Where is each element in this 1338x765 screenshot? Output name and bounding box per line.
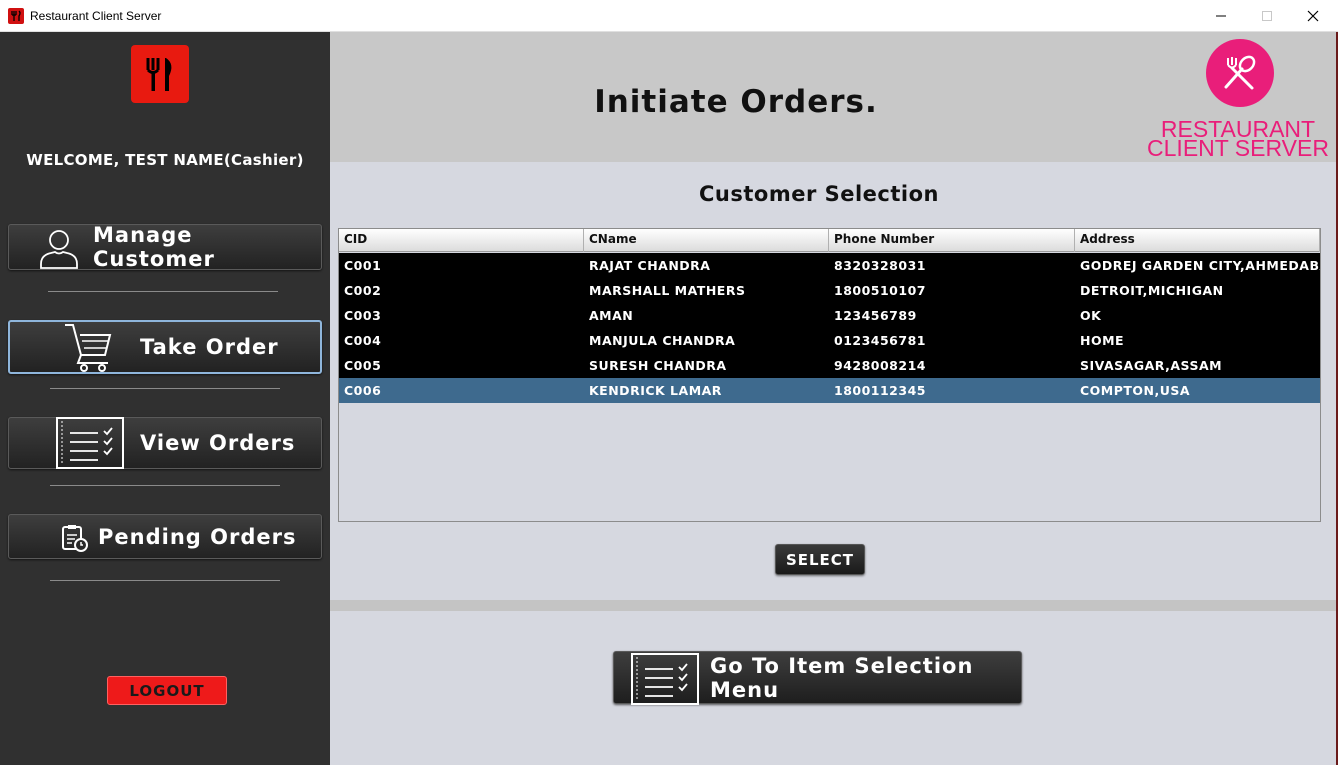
column-header-address[interactable]: Address [1075,229,1320,252]
table-cell: DETROIT,MICHIGAN [1080,283,1224,298]
table-row[interactable]: C006 KENDRICK LAMAR 1800112345 COMPTON,USA [339,378,1320,403]
table-cell: MARSHALL MATHERS [589,283,746,298]
table-row[interactable]: C001 RAJAT CHANDRA 8320328031 GODREJ GARDEN… [339,253,1320,278]
app-icon [8,8,24,24]
restaurant-logo [131,45,189,103]
brand-logo [1206,39,1274,107]
clipboard-clock-icon [62,525,88,552]
table-row[interactable]: C005 SURESH CHANDRA 9428008214 SIVASAGAR,AS… [339,353,1320,378]
fork-spoon-icon [1224,55,1256,90]
customer-table[interactable]: CID CName Phone Number Address C001 RAJAT… [338,228,1321,522]
take-order-button[interactable]: Take Order [8,320,322,374]
column-header-phone[interactable]: Phone Number [829,229,1075,252]
view-orders-button[interactable]: View Orders [8,417,322,469]
sidebar: WELCOME, TEST NAME(Cashier) Manage Custo… [0,32,330,765]
minimize-button[interactable] [1198,0,1244,32]
logout-button[interactable]: LOGOUT [107,676,227,705]
table-cell: MANJULA CHANDRA [589,333,736,348]
table-cell: C006 [344,383,382,398]
pending-orders-label: Pending Orders [98,524,297,549]
table-header: CID CName Phone Number Address [339,229,1320,252]
manage-customer-button[interactable]: Manage Customer [8,223,322,271]
main-panel: Initiate Orders. RESTAURANT CLIENT SERVE… [330,32,1336,765]
table-cell: 9428008214 [834,358,926,373]
table-cell: C001 [344,258,382,273]
section-title: Customer Selection [699,182,939,206]
window-title: Restaurant Client Server [30,9,162,23]
separator [50,485,280,486]
table-cell: RAJAT CHANDRA [589,258,711,273]
user-icon [40,230,78,269]
column-header-cid[interactable]: CID [339,229,584,252]
separator [50,580,280,581]
page-title: Initiate Orders. [594,84,878,120]
brand-text-line2: CLIENT SERVER [1147,135,1329,161]
take-order-label: Take Order [140,335,279,359]
manage-customer-label: Manage Customer [93,223,215,271]
close-icon [1307,10,1319,22]
table-cell: 1800112345 [834,383,926,398]
table-row[interactable]: C004 MANJULA CHANDRA 0123456781 HOME [339,328,1320,353]
table-cell: COMPTON,USA [1080,383,1191,398]
checklist-icon [631,653,699,705]
table-row[interactable]: C002 MARSHALL MATHERS 1800510107 DETROIT,MI… [339,278,1320,303]
table-cell: SURESH CHANDRA [589,358,727,373]
divider [330,600,1336,611]
table-cell: SIVASAGAR,ASSAM [1080,358,1223,373]
separator [48,291,278,292]
table-cell: KENDRICK LAMAR [589,383,722,398]
table-cell: OK [1080,308,1102,323]
table-cell: 1800510107 [834,283,926,298]
cart-icon [65,324,112,372]
table-cell: C004 [344,333,382,348]
view-orders-label: View Orders [140,431,296,455]
checklist-icon [56,417,124,469]
table-cell: C002 [344,283,382,298]
title-bar: Restaurant Client Server [0,0,1338,32]
pending-orders-button[interactable]: Pending Orders [8,514,322,559]
table-row[interactable]: C003 AMAN 123456789 OK [339,303,1320,328]
table-cell: GODREJ GARDEN CITY,AHMEDABA... [1080,258,1320,273]
welcome-text: WELCOME, TEST NAME(Cashier) [26,151,304,169]
table-cell: C005 [344,358,382,373]
table-cell: 0123456781 [834,333,926,348]
table-cell: HOME [1080,333,1125,348]
fork-knife-icon [146,58,172,91]
select-button[interactable]: SELECT [775,544,865,575]
maximize-icon [1262,11,1272,21]
table-body: C001 RAJAT CHANDRA 8320328031 GODREJ GARDEN… [339,253,1320,403]
go-to-item-selection-label: Go To Item Selection Menu [710,653,974,702]
header: Initiate Orders. RESTAURANT CLIENT SERVE… [330,32,1336,162]
maximize-button[interactable] [1244,0,1290,32]
table-cell: 8320328031 [834,258,926,273]
minimize-icon [1216,15,1226,17]
go-to-item-selection-button[interactable]: Go To Item Selection Menu [613,651,1022,705]
table-cell: C003 [344,308,382,323]
column-header-cname[interactable]: CName [584,229,829,252]
separator [50,388,280,389]
table-cell: 123456789 [834,308,917,323]
table-cell: AMAN [589,308,634,323]
close-button[interactable] [1290,0,1336,32]
